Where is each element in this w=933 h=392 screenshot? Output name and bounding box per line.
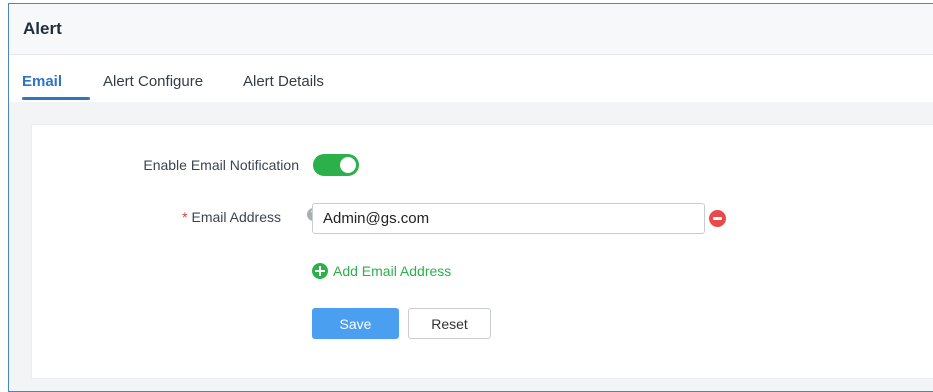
email-address-label-text: Email Address [191, 209, 281, 225]
tab-bar: Email Alert Configure Alert Details [9, 55, 933, 102]
add-email-address-text: Add Email Address [333, 263, 452, 279]
email-address-input[interactable] [312, 203, 705, 234]
email-address-label: * Email Address [182, 209, 281, 225]
plus-circle-icon [312, 263, 328, 279]
email-settings-card: Enable Email Notification * Email Address… [31, 124, 933, 379]
tab-alert-configure[interactable]: Alert Configure [103, 73, 203, 90]
toggle-knob [340, 157, 356, 173]
tab-alert-details[interactable]: Alert Details [243, 73, 324, 90]
enable-email-notification-toggle[interactable] [313, 154, 359, 176]
active-tab-indicator [22, 97, 90, 100]
add-email-address-link[interactable]: Add Email Address [312, 263, 451, 279]
required-mark: * [182, 209, 188, 225]
reset-button[interactable]: Reset [408, 308, 491, 339]
page-header: Alert [9, 4, 933, 55]
tab-email[interactable]: Email [22, 73, 62, 90]
enable-email-notification-label: Enable Email Notification [143, 157, 299, 173]
page-title: Alert [23, 19, 62, 38]
save-button[interactable]: Save [312, 308, 399, 339]
minus-circle-icon[interactable] [709, 210, 726, 227]
alert-panel: Alert Email Alert Configure Alert Detail… [8, 3, 933, 392]
